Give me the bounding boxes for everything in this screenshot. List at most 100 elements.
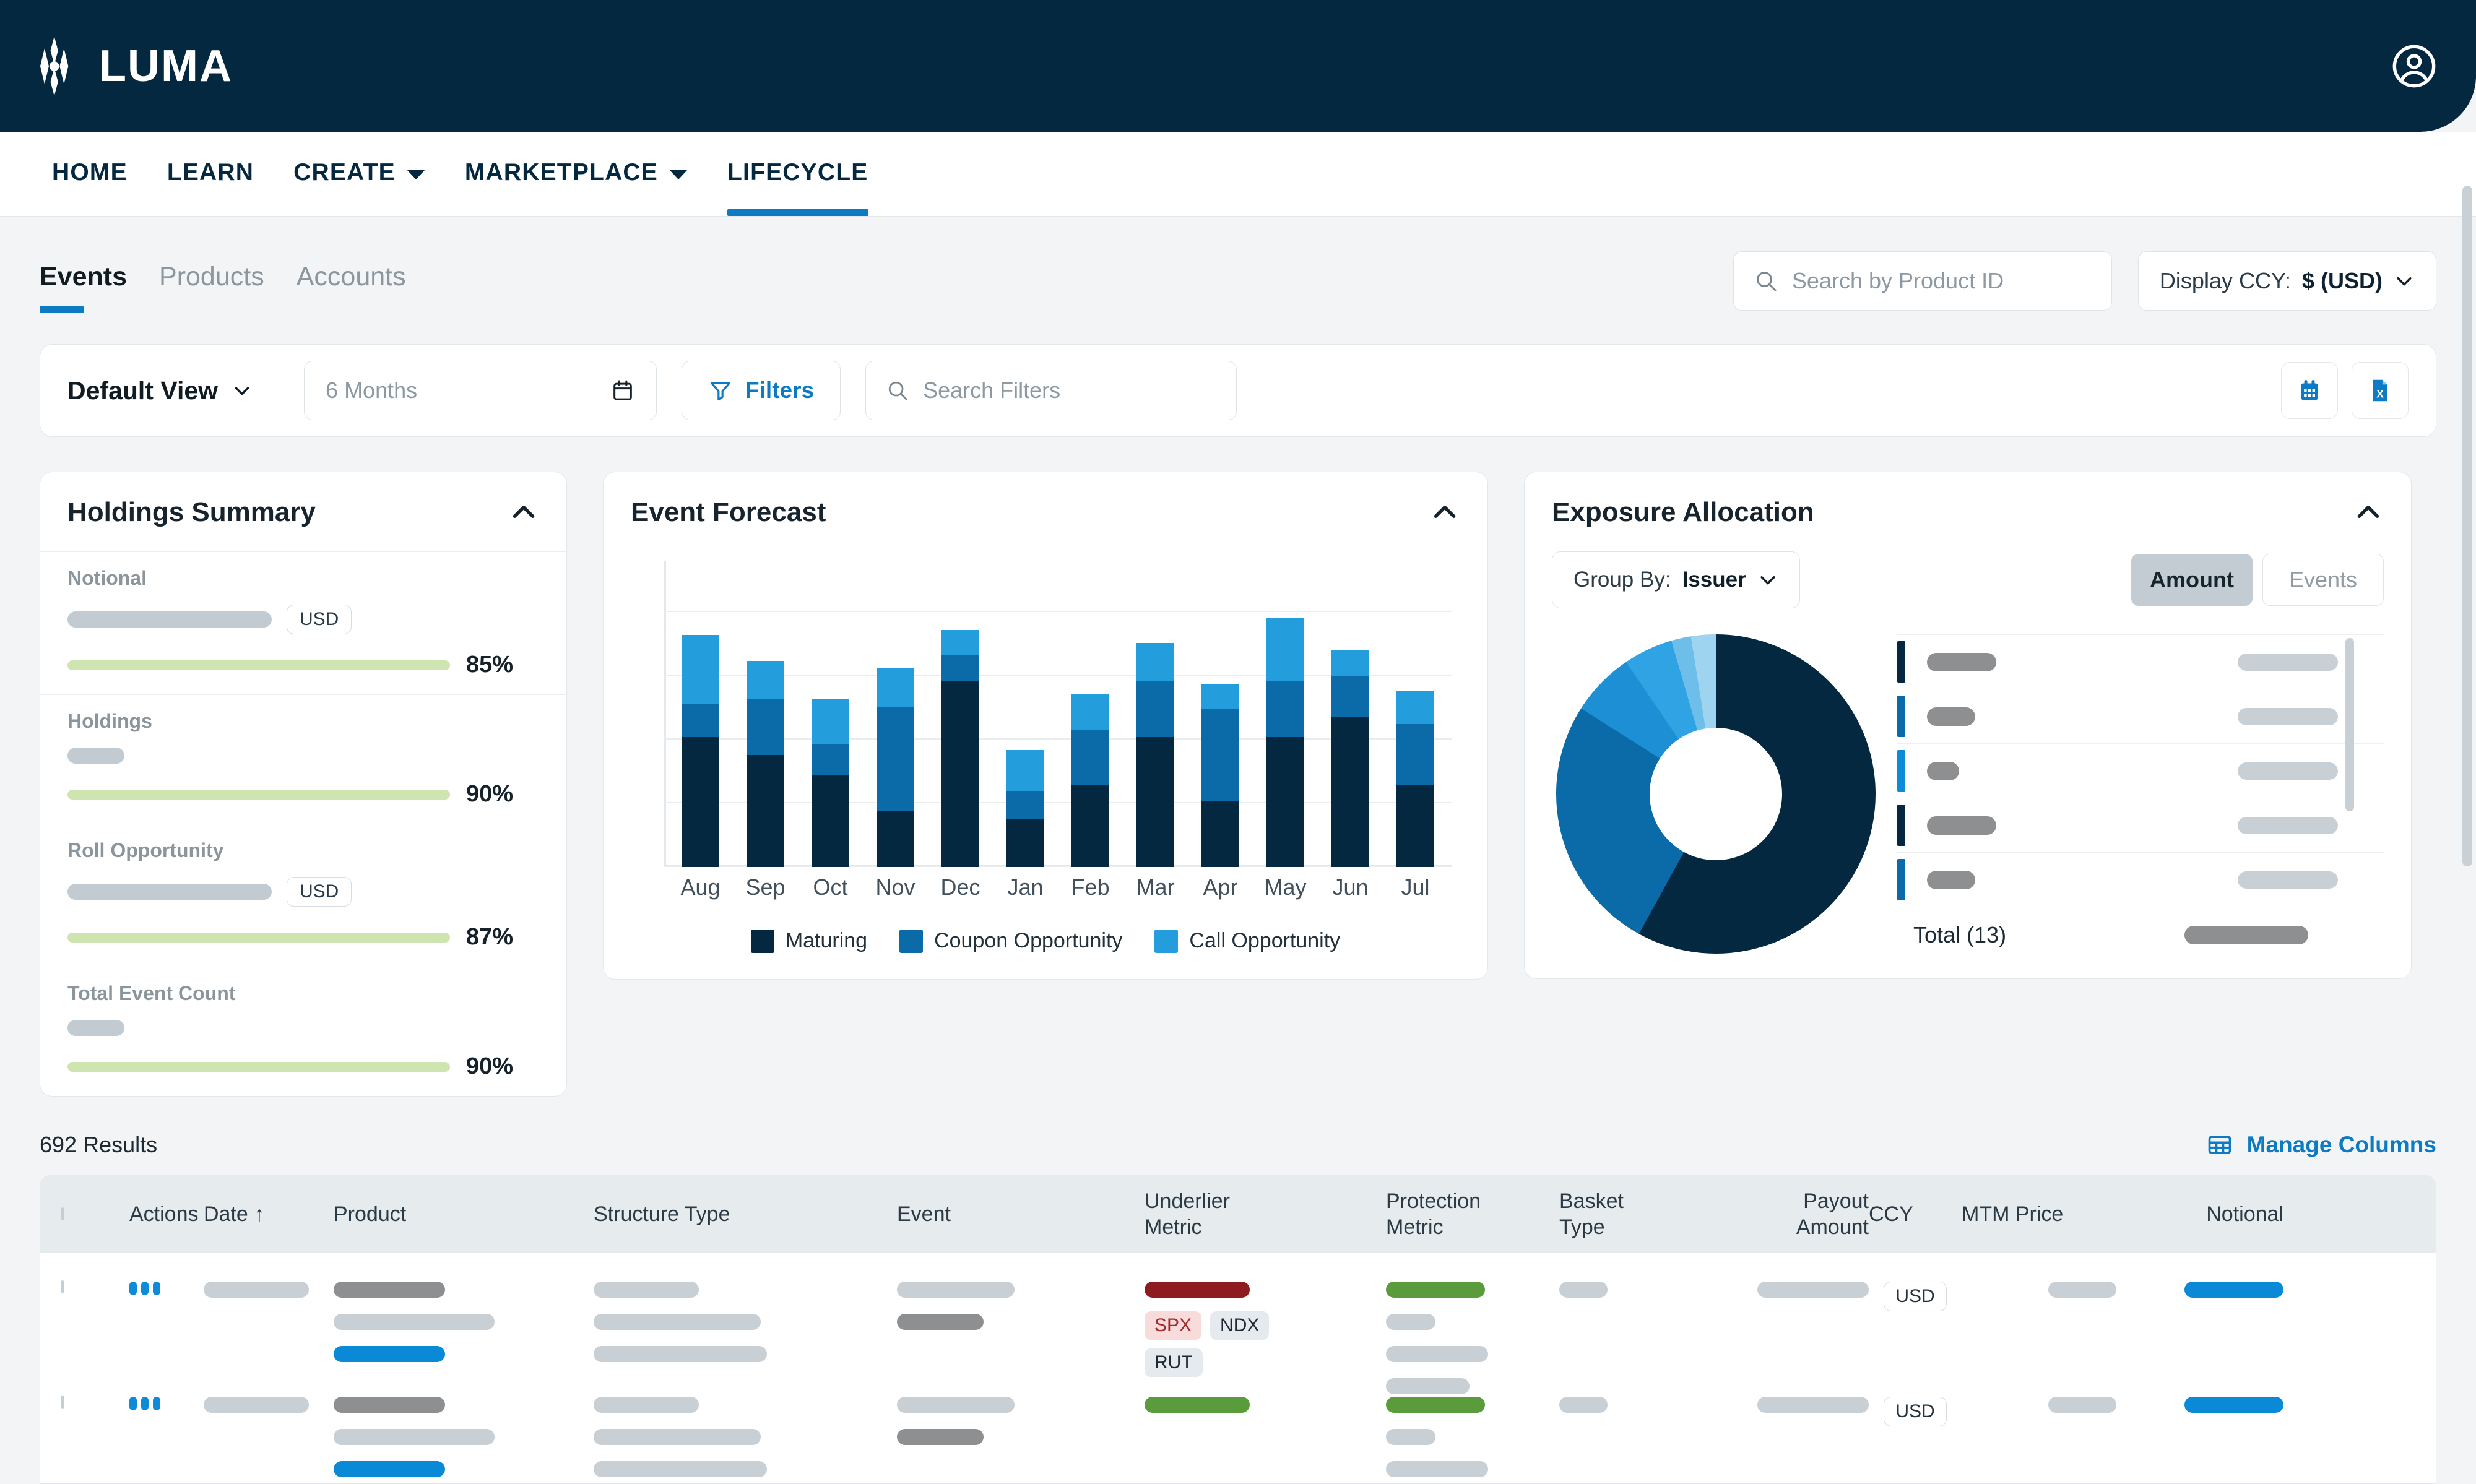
bar-column[interactable] [1253, 561, 1318, 867]
nav-item-create[interactable]: CREATE [274, 159, 445, 216]
amount-events-toggle: Amount Events [2131, 554, 2384, 606]
column-header-product[interactable]: Product [334, 1201, 594, 1228]
row-checkbox[interactable] [61, 1280, 64, 1293]
legend-color-tick [1897, 805, 1905, 846]
nav-item-home[interactable]: HOME [32, 159, 147, 216]
bar-column[interactable] [928, 561, 993, 867]
column-header-notional[interactable]: Notional [2116, 1201, 2283, 1228]
collapse-toggle[interactable] [1429, 497, 1460, 528]
nav-label: MARKETPLACE [464, 159, 659, 186]
bar-segment-coupon-opportunity [1071, 729, 1109, 786]
row-select-cell [61, 1253, 129, 1293]
nav-item-marketplace[interactable]: MARKETPLACE [445, 159, 708, 216]
legend-scrollbar[interactable] [2345, 638, 2354, 811]
filters-button[interactable]: Filters [682, 361, 841, 420]
table-row[interactable]: USD [40, 1368, 2436, 1483]
bar-column[interactable] [1058, 561, 1123, 867]
column-header-underlier-metric[interactable]: Underlier Metric [1145, 1188, 1386, 1241]
toggle-amount[interactable]: Amount [2131, 554, 2253, 606]
holdings-progress: 90% [67, 781, 539, 808]
collapse-toggle[interactable] [2353, 497, 2384, 528]
table-row[interactable]: SPX NDX RUT USD [40, 1253, 2436, 1394]
cell-structure-type [594, 1368, 897, 1477]
column-header-protection-metric[interactable]: Protection Metric [1386, 1188, 1559, 1241]
toggle-events[interactable]: Events [2262, 554, 2384, 606]
column-header-mtm-price[interactable]: MTM Price [1962, 1201, 2116, 1228]
logo[interactable]: LUMA [37, 36, 233, 96]
bar-column[interactable] [1188, 561, 1253, 867]
exposure-legend-row[interactable] [1897, 853, 2384, 907]
holdings-progress: 87% [67, 924, 539, 951]
legend-name-skeleton [1927, 870, 1975, 889]
legend-item[interactable]: Call Opportunity [1154, 929, 1340, 953]
legend-item[interactable]: Maturing [750, 929, 867, 953]
display-ccy-select[interactable]: Display CCY: $ (USD) [2137, 251, 2436, 311]
exposure-legend-row[interactable] [1897, 635, 2384, 689]
legend-item[interactable]: Coupon Opportunity [899, 929, 1122, 953]
bar-column[interactable] [1318, 561, 1383, 867]
chevron-down-icon [2397, 277, 2412, 286]
exposure-legend-row[interactable] [1897, 689, 2384, 744]
exposure-legend-row[interactable] [1897, 744, 2384, 798]
user-circle-icon[interactable] [2391, 43, 2438, 90]
collapse-toggle[interactable] [508, 497, 539, 528]
bar-segment-call-opportunity [877, 668, 914, 707]
date-range-input[interactable]: 6 Months [304, 361, 657, 420]
excel-export-button[interactable]: X [2352, 362, 2409, 419]
toggle-label: Events [2288, 567, 2358, 592]
tab-products[interactable]: Products [159, 262, 264, 313]
search-placeholder: Search by Product ID [1791, 268, 2004, 293]
bar-column[interactable] [863, 561, 928, 867]
column-header-label: Basket Type [1559, 1189, 1624, 1240]
product-id-search[interactable]: Search by Product ID [1733, 251, 2112, 311]
tab-events[interactable]: Events [40, 262, 127, 313]
view-label: Default View [67, 376, 219, 405]
legend-name-skeleton [1927, 816, 1996, 835]
column-header-date[interactable]: Date ↑ [204, 1201, 334, 1228]
more-horizontal-icon[interactable] [129, 1397, 204, 1410]
calendar-export-icon [2301, 380, 2318, 400]
nav-item-learn[interactable]: LEARN [147, 159, 274, 216]
dashboard-cards: Holdings Summary Notional USD 85% Holdings 9… [40, 472, 2436, 1097]
bar-segment-call-opportunity [1331, 650, 1369, 676]
view-selector[interactable]: Default View [67, 376, 279, 405]
search-filters-input[interactable]: Search Filters [865, 361, 1237, 420]
manage-columns-button[interactable]: Manage Columns [2206, 1131, 2436, 1158]
column-header-payout-amount[interactable]: Payout Amount [1714, 1188, 1869, 1241]
column-header-label: Underlier Metric [1145, 1189, 1230, 1240]
select-all-checkbox[interactable] [61, 1207, 64, 1220]
column-header-actions[interactable]: Actions [129, 1201, 204, 1228]
holdings-value-skeleton [67, 1020, 539, 1036]
bar-column[interactable] [993, 561, 1058, 867]
underlier-tag[interactable]: SPX [1145, 1311, 1202, 1340]
currency-chip: USD [287, 877, 352, 907]
page-scrollbar[interactable] [2462, 186, 2472, 866]
toggle-label: Amount [2150, 567, 2234, 592]
chevron-down-icon [235, 387, 249, 395]
holdings-value-skeleton: USD [67, 605, 539, 634]
group-by-select[interactable]: Group By: Issuer [1552, 551, 1800, 608]
bar-segment-maturing [682, 737, 719, 867]
bar-column[interactable] [798, 561, 863, 867]
column-header-basket-type[interactable]: Basket Type [1559, 1188, 1714, 1241]
column-header-event[interactable]: Event [897, 1201, 1145, 1228]
bar-segment-call-opportunity [812, 699, 849, 745]
bar-column[interactable] [1123, 561, 1188, 867]
search-icon [1757, 272, 1777, 291]
column-header-structure-type[interactable]: Structure Type [594, 1201, 897, 1228]
exposure-legend-row[interactable] [1897, 798, 2384, 853]
bar-column[interactable] [668, 561, 733, 867]
bar-column[interactable] [733, 561, 798, 867]
x-axis-labels: Aug Sep Oct Nov Dec Jan Feb Mar Apr May Jun Jul [668, 874, 1448, 900]
more-horizontal-icon[interactable] [129, 1282, 204, 1295]
column-header-ccy[interactable]: CCY [1869, 1201, 1962, 1228]
donut-chart[interactable] [1556, 634, 1876, 954]
bar-segment-call-opportunity [1136, 642, 1174, 681]
nav-item-lifecycle[interactable]: LIFECYCLE [708, 159, 888, 216]
calendar-export-button[interactable] [2281, 362, 2338, 419]
bar-column[interactable] [1383, 561, 1448, 867]
underlier-tag[interactable]: NDX [1210, 1311, 1270, 1340]
tab-accounts[interactable]: Accounts [297, 262, 406, 313]
row-checkbox[interactable] [61, 1396, 64, 1409]
bar-segment-call-opportunity [1266, 617, 1304, 681]
